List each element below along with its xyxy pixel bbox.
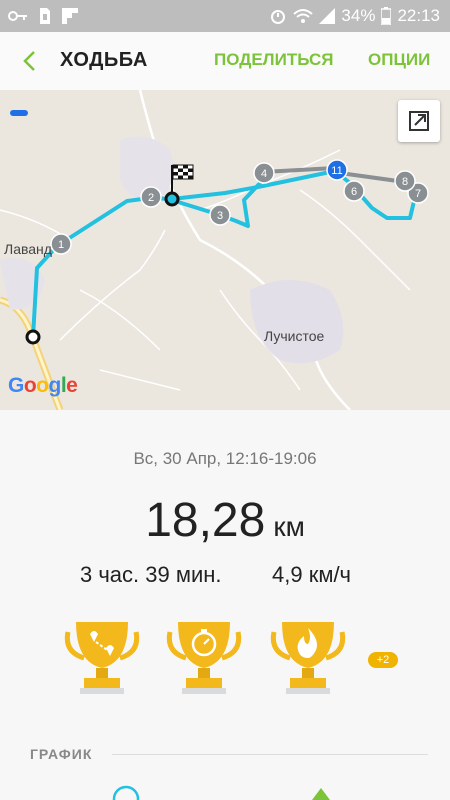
google-logo: Google [8,374,78,397]
chevron-left-icon [23,51,35,71]
start-marker [25,329,41,345]
svg-text:6: 6 [351,186,357,198]
battery-percent: 34% [341,6,376,25]
route-marker-1[interactable]: 1 [50,233,72,255]
map-scale-indicator [10,110,28,116]
signal-icon [319,8,336,24]
map-canvas: 1 2 3 4 11 6 7 8 [0,90,429,410]
battery-icon [381,7,392,25]
route-marker-6[interactable]: 6 [343,180,365,202]
trophy-stopwatch-icon [166,622,242,694]
status-bar: 34% 22:13 [0,0,450,32]
options-button[interactable]: ОПЦИИ [368,50,430,70]
clock: 22:13 [397,6,440,25]
duration-value: 3 час. 39 мин. [80,562,222,587]
section-divider [112,754,428,755]
distance-display: 18,28 км [0,493,450,548]
route-marker-11[interactable]: 11 [326,159,348,181]
trophy-route-icon [64,622,140,694]
distance-value: 18,28 [145,494,266,547]
chart-section-title: ГРАФИК [30,746,93,762]
sim-icon [40,8,50,24]
svg-text:1: 1 [58,239,64,251]
elevation-chart-icon [312,788,330,800]
route-marker-4[interactable]: 4 [253,162,275,184]
alarm-icon [271,10,286,24]
svg-text:7: 7 [415,188,421,200]
back-button[interactable] [18,46,42,76]
route-map[interactable]: 1 2 3 4 11 6 7 8 Лаванд Лучистое Google [0,90,450,410]
wifi-icon [293,9,314,23]
route-marker-8[interactable]: 8 [394,170,416,192]
expand-map-button[interactable] [398,100,440,142]
svg-text:2: 2 [148,192,154,204]
key-icon [8,11,27,21]
stopwatch-chart-icon [112,785,140,800]
current-position-marker [164,191,180,207]
more-achievements-badge[interactable]: +2 [368,652,398,668]
map-label-luchistoe: Лучистое [264,328,325,344]
speed-value: 4,9 км/ч [272,562,352,587]
flipboard-icon [62,8,78,24]
svg-text:3: 3 [217,210,223,222]
workout-date: Вс, 30 Апр, 12:16-19:06 [133,449,317,468]
calories-trophy-icon[interactable] [268,618,348,698]
app-bar: ХОДЬБА ПОДЕЛИТЬСЯ ОПЦИИ [0,32,450,90]
distance-trophy-icon[interactable] [62,618,142,698]
route-marker-2[interactable]: 2 [140,186,162,208]
distance-unit: км [273,511,305,542]
trophy-flame-icon [270,622,346,694]
finish-flag-icon [171,164,194,193]
svg-text:4: 4 [261,168,267,180]
map-label-lavand: Лаванд [4,241,52,257]
expand-icon [409,111,429,131]
duration-trophy-icon[interactable] [164,618,244,698]
share-button[interactable]: ПОДЕЛИТЬСЯ [214,50,334,70]
page-title: ХОДЬБА [60,49,148,71]
route-marker-3[interactable]: 3 [209,204,231,226]
svg-text:8: 8 [402,176,408,188]
svg-text:11: 11 [331,165,342,177]
chart-icons-row [112,785,330,800]
